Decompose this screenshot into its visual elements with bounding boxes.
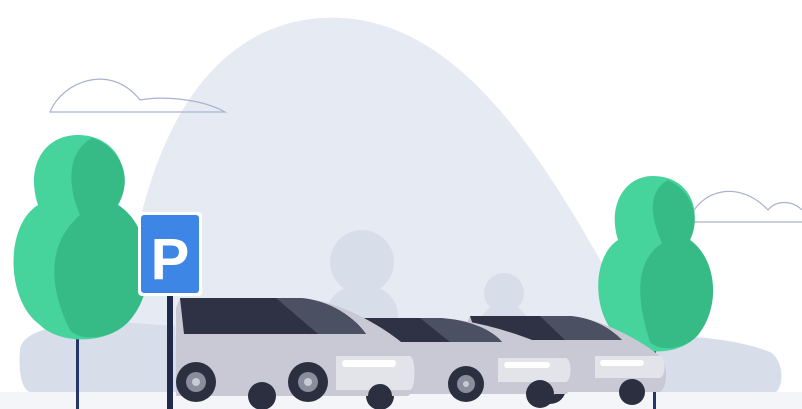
parking-lot-illustration: P <box>0 17 802 409</box>
sign-pole <box>167 292 173 409</box>
parking-sign-letter: P <box>151 227 190 292</box>
cloud-icon <box>687 190 802 223</box>
